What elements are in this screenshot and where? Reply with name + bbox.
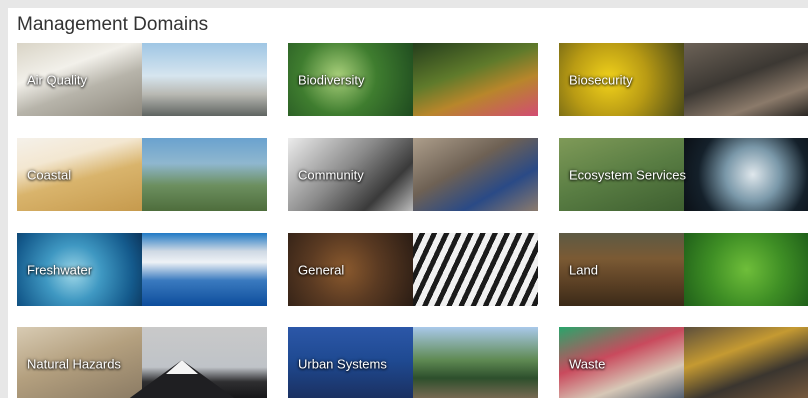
biosecurity-image-secondary [684,43,808,116]
coastal-image-secondary [142,138,267,211]
domain-tile-land[interactable]: Land [559,233,808,306]
biodiversity-image-secondary [413,43,538,116]
domain-tile-community[interactable]: Community [288,138,538,211]
page-title: Management Domains [17,14,209,35]
freshwater-image-secondary [142,233,267,306]
air-quality-image-secondary [142,43,267,116]
general-image-secondary [413,233,538,306]
domain-tile-coastal[interactable]: Coastal [17,138,267,211]
domain-tile-label: Biodiversity [298,72,365,87]
domain-tile-biosecurity[interactable]: Biosecurity [559,43,808,116]
mountain-snowcap [166,360,198,374]
domain-tile-waste[interactable]: Waste [559,327,808,398]
domain-tile-label: Freshwater [27,262,93,277]
domain-tile-ecosystem-services[interactable]: Ecosystem Services [559,138,808,211]
community-image-secondary [413,138,538,211]
domain-tile-label: General [298,262,345,277]
domain-tile-freshwater[interactable]: Freshwater [17,233,267,306]
land-image-secondary [684,233,808,306]
waste-image-secondary [684,327,808,398]
domain-tile-label: Community [298,167,364,182]
domain-tile-label: Waste [569,356,606,371]
domain-tile-biodiversity[interactable]: Biodiversity [288,43,538,116]
domain-tile-label: Urban Systems [298,356,387,371]
domain-tile-air-quality[interactable]: Air Quality [17,43,267,116]
ecosystem-services-image-secondary [684,138,808,211]
domain-tile-label: Coastal [27,167,72,182]
domain-tile-label: Biosecurity [569,72,633,87]
urban-systems-image-secondary [413,327,538,398]
management-domains-panel: Management Domains Air Quality Biodivers… [8,8,808,398]
domain-tile-natural-hazards[interactable]: Natural Hazards [17,327,267,398]
domain-tile-urban-systems[interactable]: Urban Systems [288,327,538,398]
domain-tile-label: Land [569,262,598,277]
domain-tile-label: Ecosystem Services [569,167,687,182]
domain-tile-label: Natural Hazards [27,356,121,371]
domain-tile-label: Air Quality [27,72,87,87]
domain-tile-general[interactable]: General [288,233,538,306]
